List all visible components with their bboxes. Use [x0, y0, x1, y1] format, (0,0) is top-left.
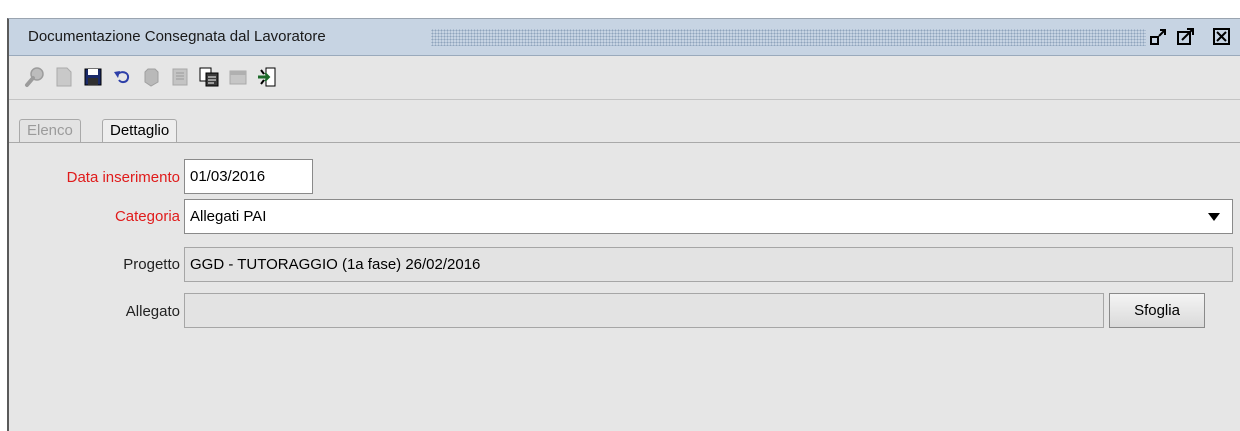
tab-dettaglio[interactable]: Dettaglio	[102, 119, 178, 142]
categoria-value: Allegati PAI	[190, 208, 267, 225]
archive-icon[interactable]	[227, 66, 249, 88]
restore-icon[interactable]	[1150, 28, 1168, 46]
tab-divider	[9, 142, 1240, 143]
title-bar-pattern	[431, 29, 1146, 46]
save-icon[interactable]	[82, 66, 104, 88]
maximize-icon[interactable]	[1177, 28, 1195, 46]
allegato-field	[184, 293, 1104, 328]
toolbar	[9, 56, 1240, 100]
sfoglia-button[interactable]: Sfoglia	[1109, 293, 1205, 328]
title-bar[interactable]: Documentazione Consegnata dal Lavoratore	[9, 19, 1240, 56]
print-icon[interactable]	[169, 66, 191, 88]
search-icon[interactable]	[24, 66, 46, 88]
categoria-select[interactable]: Allegati PAI	[184, 199, 1233, 234]
copy-icon[interactable]	[198, 66, 220, 88]
window-title: Documentazione Consegnata dal Lavoratore	[28, 28, 326, 45]
close-icon[interactable]	[1213, 28, 1231, 46]
tab-strip: Elenco Dettaglio	[9, 100, 1240, 144]
internal-frame: Documentazione Consegnata dal Lavoratore	[7, 18, 1240, 431]
progetto-field: GGD - TUTORAGGIO (1a fase) 26/02/2016	[184, 247, 1233, 282]
delete-icon[interactable]	[140, 66, 162, 88]
chevron-down-icon[interactable]	[1208, 213, 1220, 221]
data-inserimento-field[interactable]: 01/03/2016	[184, 159, 313, 194]
allegato-label: Allegato	[125, 303, 180, 320]
progetto-label: Progetto	[123, 256, 180, 273]
data-inserimento-label: Data inserimento	[66, 169, 180, 186]
categoria-label: Categoria	[114, 208, 180, 225]
exit-icon[interactable]	[256, 66, 278, 88]
tab-elenco[interactable]: Elenco	[19, 119, 81, 142]
undo-icon[interactable]	[111, 66, 133, 88]
new-document-icon[interactable]	[53, 66, 75, 88]
